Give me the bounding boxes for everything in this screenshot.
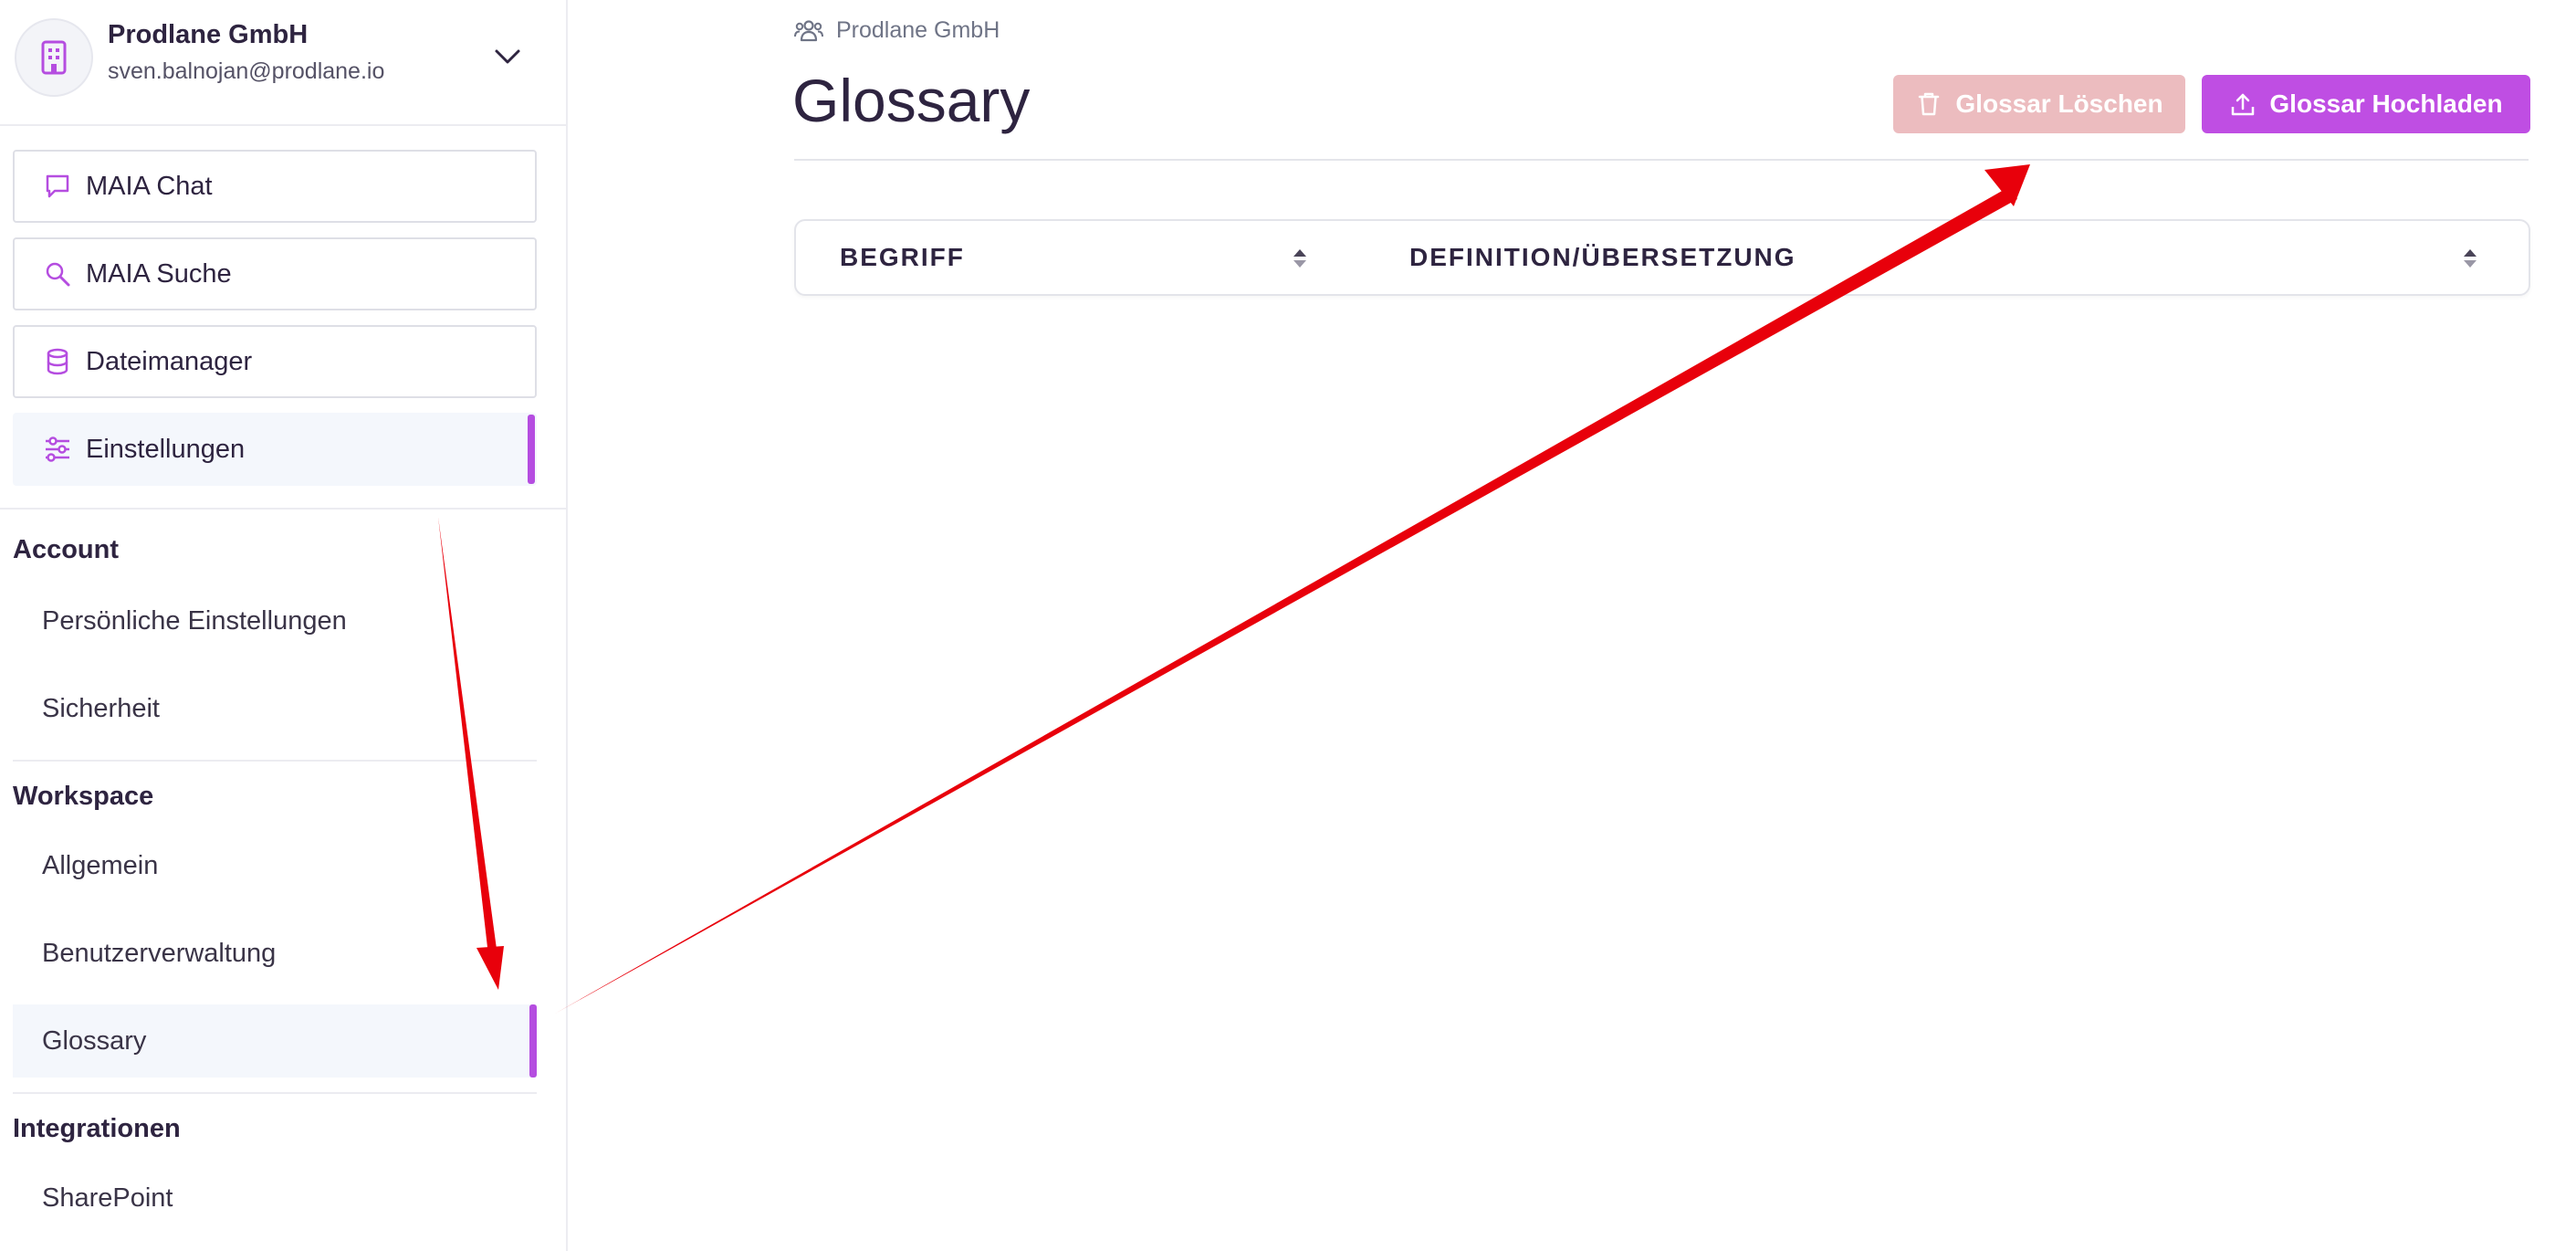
divider <box>0 508 566 510</box>
active-indicator <box>529 1004 537 1078</box>
chat-bubble-icon <box>42 171 73 202</box>
sidebar-item-persoenliche-einstellungen[interactable]: Persönliche Einstellungen <box>13 584 537 657</box>
divider <box>794 159 2529 161</box>
nav-maia-suche[interactable]: MAIA Suche <box>13 237 537 310</box>
sort-icon[interactable] <box>2461 247 2479 270</box>
nav-einstellungen[interactable]: Einstellungen <box>13 413 537 486</box>
upload-icon <box>2229 90 2257 118</box>
org-switcher[interactable]: Prodlane GmbH sven.balnojan@prodlane.io <box>0 0 566 126</box>
section-title-integrationen: Integrationen <box>13 1114 181 1143</box>
sidebar: Prodlane GmbH sven.balnojan@prodlane.io … <box>0 0 568 1251</box>
database-icon <box>42 346 73 377</box>
sidebar-item-label: Allgemein <box>42 850 159 880</box>
users-icon <box>794 16 823 44</box>
org-email: sven.balnojan@prodlane.io <box>108 58 385 84</box>
active-indicator <box>528 415 535 484</box>
nav-maia-chat[interactable]: MAIA Chat <box>13 150 537 223</box>
sidebar-item-sharepoint[interactable]: SharePoint <box>13 1162 537 1235</box>
org-name: Prodlane GmbH <box>108 20 309 49</box>
sidebar-item-label: Glossary <box>42 1025 147 1056</box>
nav-label: MAIA Suche <box>86 258 232 289</box>
breadcrumb[interactable]: Prodlane GmbH <box>794 16 1000 44</box>
upload-glossary-label: Glossar Hochladen <box>2269 89 2503 118</box>
sidebar-item-label: SharePoint <box>42 1183 173 1213</box>
building-icon <box>15 18 93 97</box>
divider <box>13 760 537 762</box>
breadcrumb-label: Prodlane GmbH <box>836 16 1000 43</box>
section-title-account: Account <box>13 535 119 564</box>
sidebar-item-label: Benutzerverwaltung <box>42 938 277 968</box>
column-header-definition[interactable]: DEFINITION/ÜBERSETZUNG <box>1409 221 1796 294</box>
sort-icon[interactable] <box>1291 247 1309 270</box>
sidebar-item-glossary[interactable]: Glossary <box>13 1004 537 1078</box>
sidebar-item-sicherheit[interactable]: Sicherheit <box>13 672 537 745</box>
nav-label: Einstellungen <box>86 434 246 464</box>
sidebar-item-label: Sicherheit <box>42 693 160 723</box>
search-icon <box>42 258 73 289</box>
nav-label: Dateimanager <box>86 346 253 376</box>
delete-glossary-label: Glossar Löschen <box>1955 89 2163 118</box>
sliders-icon <box>42 434 73 465</box>
divider <box>13 1092 537 1094</box>
column-header-begriff[interactable]: BEGRIFF <box>840 221 965 294</box>
trash-icon <box>1915 90 1942 118</box>
nav-label: MAIA Chat <box>86 171 213 201</box>
sidebar-item-benutzerverwaltung[interactable]: Benutzerverwaltung <box>13 917 537 990</box>
page-title: Glossary <box>792 67 1031 134</box>
section-title-workspace: Workspace <box>13 782 154 811</box>
delete-glossary-button[interactable]: Glossar Löschen <box>1893 75 2185 133</box>
sidebar-item-label: Persönliche Einstellungen <box>42 605 347 636</box>
sidebar-item-allgemein[interactable]: Allgemein <box>13 829 537 902</box>
upload-glossary-button[interactable]: Glossar Hochladen <box>2202 75 2530 133</box>
nav-dateimanager[interactable]: Dateimanager <box>13 325 537 398</box>
glossary-table: BEGRIFF DEFINITION/ÜBERSETZUNG <box>794 219 2530 296</box>
chevron-down-icon[interactable] <box>489 38 526 75</box>
